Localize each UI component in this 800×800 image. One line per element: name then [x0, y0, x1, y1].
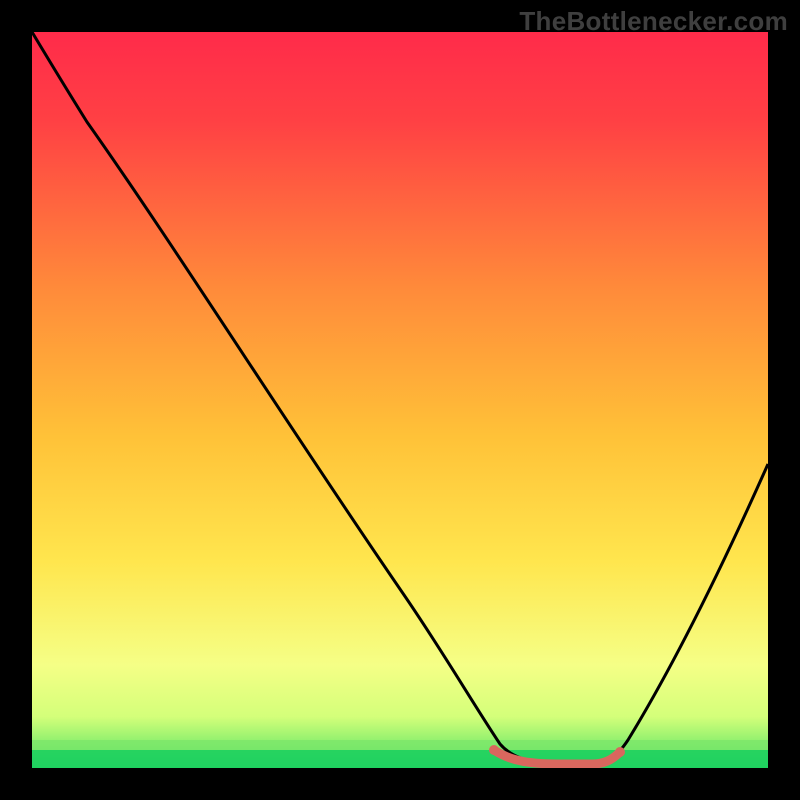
gradient-background [32, 32, 768, 768]
chart-frame: TheBottlenecker.com [0, 0, 800, 800]
green-band [32, 750, 768, 768]
highlight-dot-right [615, 747, 625, 757]
lime-band [32, 740, 768, 750]
plot-svg [32, 32, 768, 768]
bottleneck-plot [32, 32, 768, 768]
highlight-dot-left [489, 745, 499, 755]
